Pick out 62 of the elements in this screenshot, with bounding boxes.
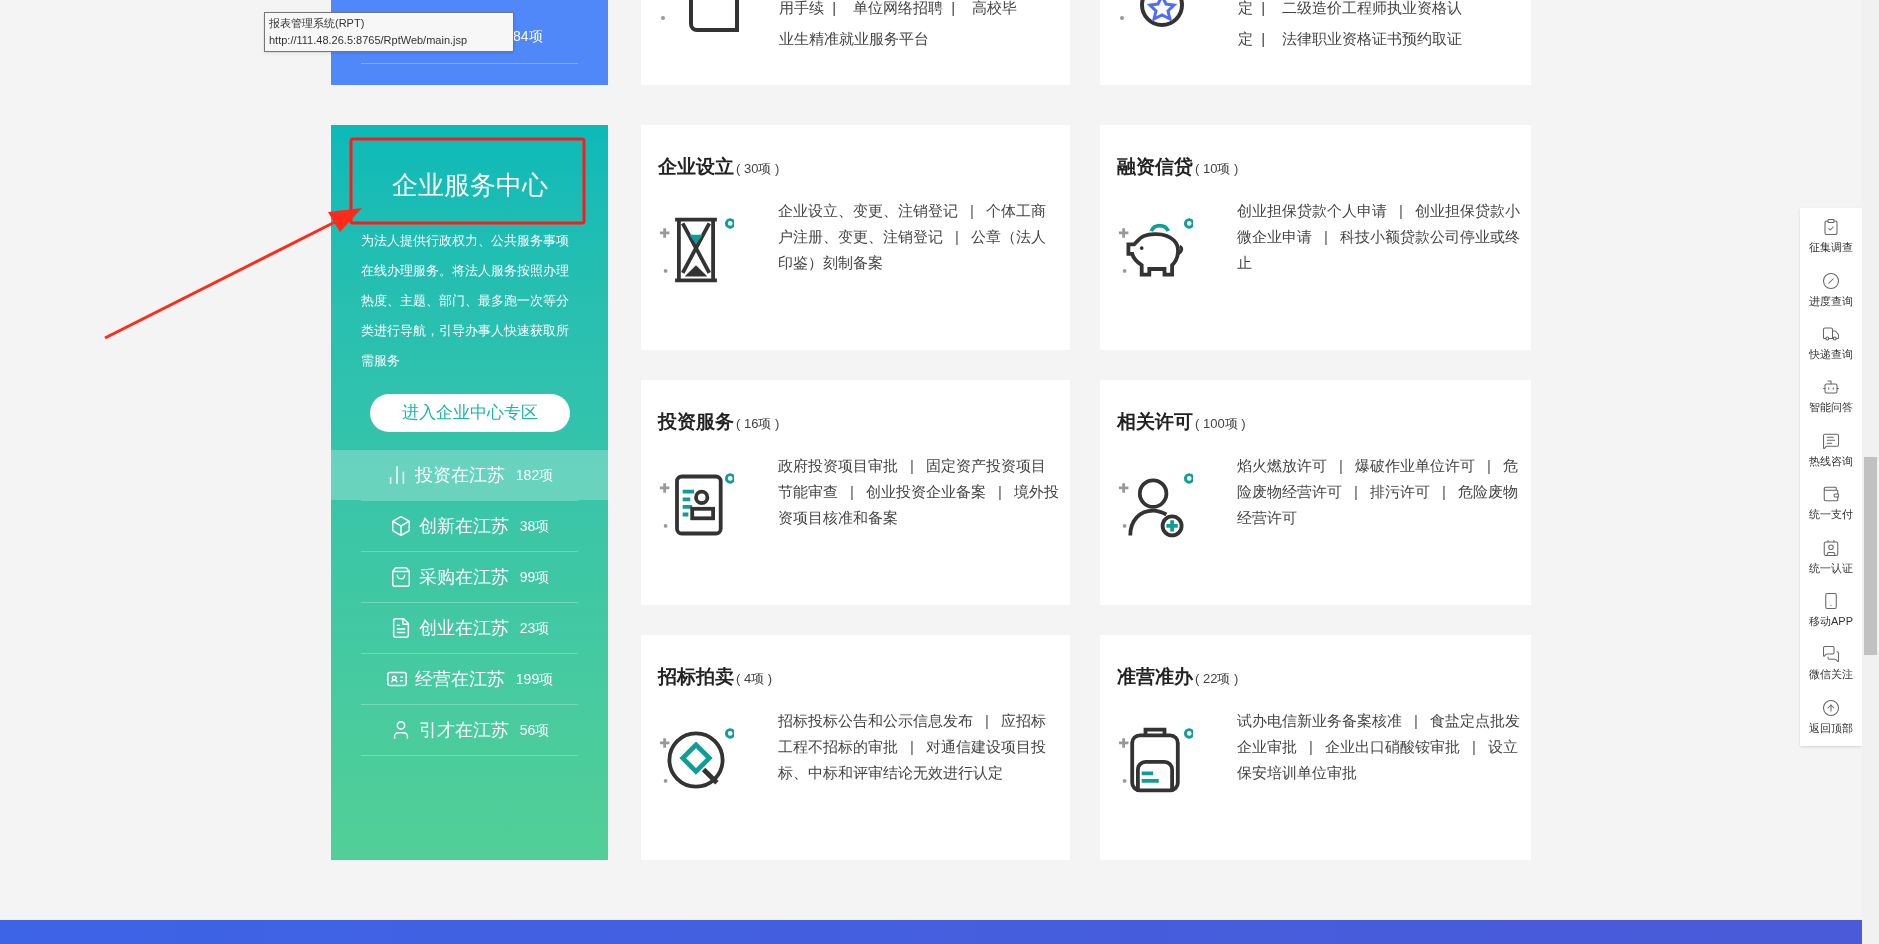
wallet-icon [1822, 485, 1840, 504]
badge-icon [1822, 538, 1840, 557]
menu-count: 199项 [515, 669, 554, 689]
scrollbar-thumb[interactable] [1864, 457, 1877, 655]
service-list: 企业设立、变更、注销登记 | 个体工商户注册、变更、注销登记 | 公章（法人印鉴）刻制备案 [778, 197, 1060, 288]
card-title: 相关许可 [1117, 410, 1193, 434]
menu-count: 23项 [519, 618, 550, 638]
menu-count: 38项 [519, 516, 550, 536]
truck-icon [1822, 324, 1840, 343]
toolbar-item[interactable]: 移动APP [1800, 583, 1862, 638]
toolbar-item[interactable]: 智能问答 [1800, 370, 1862, 424]
card-count: ( 4项 ) [736, 670, 773, 688]
menu-label: 采购在江苏 [418, 565, 509, 589]
card-title: 投资服务 [658, 410, 734, 434]
item-count: 84项 [513, 27, 543, 46]
phone-icon [1822, 591, 1840, 610]
service-list: 创业担保贷款个人申请 | 创业担保贷款小微企业申请 | 科技小额贷款公司停业或终止 [1237, 197, 1521, 288]
service-list: 政府投资项目审批 | 固定资产投资项目节能审查 | 创业投资企业备案 | 境外投资项目核准和备案 [778, 452, 1060, 543]
menu-label: 创新在江苏 [418, 514, 509, 538]
message-icon [1822, 431, 1840, 450]
card-count: ( 30项 ) [736, 160, 780, 178]
card-count: ( 22项 ) [1195, 670, 1239, 688]
slash-circle-icon [1822, 271, 1840, 290]
arrow-up-icon [1822, 698, 1840, 717]
card-count: ( 10项 ) [1195, 160, 1239, 178]
toolbar-item[interactable]: 征集调查 [1800, 210, 1862, 264]
toolbar-item[interactable]: 热线咨询 [1800, 423, 1862, 477]
toolbar-item[interactable]: 统一认证 [1800, 530, 1862, 584]
card-title: 企业设立 [658, 155, 734, 179]
service-text: 定 | 法律职业资格证书预约取证 [1238, 29, 1462, 49]
service-list: 试办电信新业务备案核准 | 食盐定点批发企业审批 | 企业出口硝酸铵审批 | 设立保安培训单位审批 [1237, 707, 1521, 798]
cube-icon [389, 515, 412, 537]
clipboard-icon [1822, 218, 1840, 237]
card-title: 招标拍卖 [658, 665, 734, 689]
menu-label: 引才在江苏 [418, 718, 509, 742]
toolbar-item[interactable]: 微信关注 [1800, 637, 1862, 691]
card-title: 融资信贷 [1117, 155, 1193, 179]
tooltip-title: 报表管理系统(RPT) [269, 16, 366, 31]
card-count: ( 16项 ) [736, 415, 780, 433]
service-text: 业生精准就业服务平台 [779, 29, 930, 49]
service-text: 用手续 | 单位网络招聘 | 高校毕 [779, 0, 1017, 18]
tooltip-url: http://111.48.26.5:8765/RptWeb/main.jsp [269, 33, 469, 48]
service-list: 焰火燃放许可 | 爆破作业单位许可 | 危险废物经营许可 | 排污许可 | 危险废物经营许可 [1237, 452, 1521, 543]
menu-label: 创业在江苏 [418, 616, 509, 640]
card-title: 准营准办 [1117, 665, 1193, 689]
bag-icon [389, 566, 412, 588]
menu-label: 投资在江苏 [414, 463, 505, 487]
service-list: 招标投标公告和公示信息发布 | 应招标工程不招标的审批 | 对通信建设项目投标、中标和评审结论无效进行认定 [778, 707, 1060, 798]
service-text: 定 | 二级造价工程师执业资格认 [1238, 0, 1462, 18]
menu-count: 99项 [519, 567, 550, 587]
menu-count: 182项 [515, 465, 554, 485]
chat-bubbles-icon [1822, 645, 1840, 664]
panel-title: 企业服务中心 [391, 169, 548, 202]
robot-icon [1822, 378, 1840, 397]
menu-count: 56项 [519, 720, 550, 740]
toolbar-item[interactable]: 进度查询 [1800, 263, 1862, 317]
toolbar-item[interactable]: 快递查询 [1800, 316, 1862, 371]
panel-description: 为法人提供行政权力、公共服务事项在线办理服务。将法人服务按照办理热度、主题、部门、最多跑一次等分类进行导航，引导办事人快速获取所需服务 [360, 232, 570, 370]
toolbar-item[interactable]: 返回顶部 [1800, 690, 1862, 744]
card-count: ( 100项 ) [1195, 415, 1246, 433]
toolbar-item[interactable]: 统一支付 [1800, 476, 1862, 531]
menu-label: 经营在江苏 [414, 667, 505, 691]
